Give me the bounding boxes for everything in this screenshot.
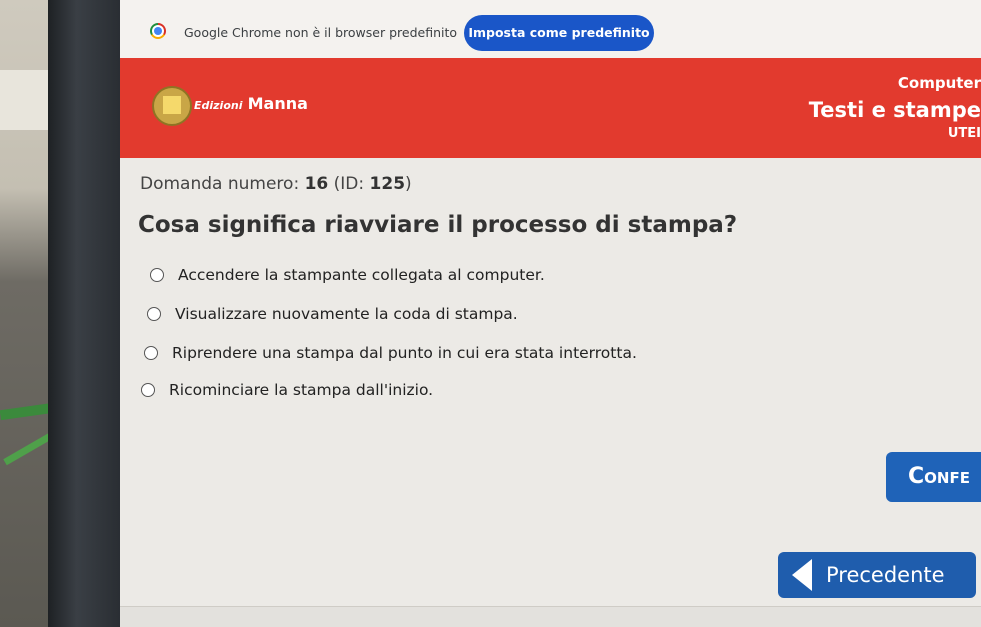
set-default-browser-button[interactable]: Imposta come predefinito: [464, 15, 654, 51]
answer-option-label: Accendere la stampante collegata al comp…: [178, 266, 545, 284]
edizioni-manna-logo-icon: [152, 86, 192, 126]
previous-button-label: Precedente: [826, 563, 945, 587]
answer-option-1[interactable]: Accendere la stampante collegata al comp…: [150, 266, 545, 284]
question-number-label: Domanda numero:: [140, 174, 300, 194]
answer-option-3[interactable]: Riprendere una stampa dal punto in cui e…: [144, 344, 637, 362]
brand-prefix: Edizioni: [194, 99, 243, 112]
question-number: Domanda numero: 16 (ID: 125): [140, 174, 412, 194]
radio-button[interactable]: [147, 307, 161, 321]
radio-button[interactable]: [141, 383, 155, 397]
question-text: Cosa significa riavviare il processo di …: [138, 212, 738, 238]
question-id-close: ): [405, 174, 412, 194]
answer-option-label: Riprendere una stampa dal punto in cui e…: [172, 344, 637, 362]
radio-button[interactable]: [144, 346, 158, 360]
chrome-infobar: Google Chrome non è il browser predefini…: [120, 0, 981, 58]
question-number-value: 16: [304, 174, 329, 194]
answer-option-label: Ricominciare la stampa dall'inizio.: [169, 381, 434, 399]
header-tag: UTEI: [947, 126, 981, 141]
confirm-button[interactable]: Confe: [886, 452, 981, 502]
page-header: Edizioni Manna Computer Testi e stampe U…: [120, 58, 981, 158]
arrow-left-icon: [792, 559, 812, 591]
infobar-message: Google Chrome non è il browser predefini…: [184, 25, 458, 40]
question-id-label: (ID:: [333, 174, 365, 194]
monitor-bezel: [48, 0, 120, 627]
header-subject: Computer: [897, 74, 981, 92]
answer-option-2[interactable]: Visualizzare nuovamente la coda di stamp…: [147, 305, 518, 323]
radio-button[interactable]: [150, 268, 164, 282]
brand-title: Manna: [247, 94, 308, 113]
chrome-icon: [150, 23, 166, 39]
previous-button[interactable]: Precedente: [778, 552, 976, 598]
footer-bar: [120, 606, 981, 627]
answer-option-label: Visualizzare nuovamente la coda di stamp…: [175, 305, 518, 323]
question-id-value: 125: [369, 174, 406, 194]
header-topic: Testi e stampe: [808, 98, 981, 122]
brand-name: Edizioni Manna: [194, 94, 308, 113]
answer-option-4[interactable]: Ricominciare la stampa dall'inizio.: [141, 381, 433, 399]
browser-screen: Google Chrome non è il browser predefini…: [120, 0, 981, 627]
